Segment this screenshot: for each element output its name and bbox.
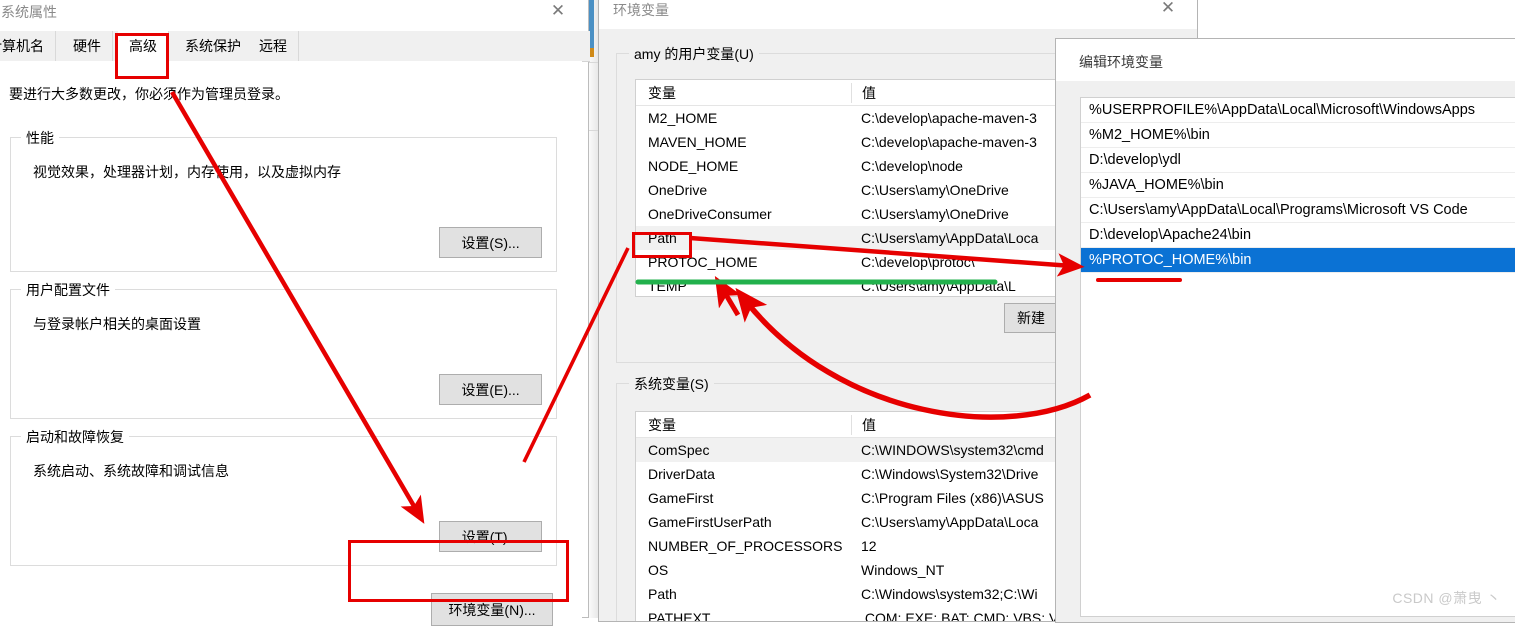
user-profiles-settings-button[interactable]: 设置(E)... [439, 374, 542, 405]
path-entry[interactable]: %M2_HOME%\bin [1081, 123, 1515, 148]
variable-name: Path [648, 230, 677, 246]
environment-variables-titlebar: 环境变量 ✕ [599, 0, 1197, 29]
system-variables-group-legend: 系统变量(S) [629, 374, 714, 394]
variable-name: ComSpec [648, 442, 710, 458]
system-properties-title: 系统属性 [1, 4, 57, 20]
path-entry[interactable]: %USERPROFILE%\AppData\Local\Microsoft\Wi… [1081, 98, 1515, 123]
system-properties-advanced-panel: 要进行大多数更改，你必须作为管理员登录。 性能 视觉效果，处理器计划，内存使用，… [0, 61, 582, 626]
variable-name: GameFirstUserPath [648, 514, 772, 530]
user-profiles-group: 用户配置文件 与登录帐户相关的桌面设置 设置(E)... [10, 280, 557, 419]
variable-name: MAVEN_HOME [648, 134, 747, 150]
system-properties-tabstrip: 计算机名 硬件 高级 系统保护 远程 [0, 31, 590, 62]
path-entry[interactable]: C:\Users\amy\AppData\Local\Programs\Micr… [1081, 198, 1515, 223]
variable-name: Path [648, 586, 677, 602]
startup-recovery-description: 系统启动、系统故障和调试信息 [33, 463, 229, 479]
edit-environment-variable-title: 编辑环境变量 [1079, 54, 1163, 70]
variable-name: GameFirst [648, 490, 714, 506]
path-entry-protoc-home-selected[interactable]: %PROTOC_HOME%\bin [1081, 248, 1515, 273]
column-header-variable: 变量 [648, 416, 676, 433]
user-profiles-description: 与登录帐户相关的桌面设置 [33, 316, 201, 332]
close-icon[interactable]: ✕ [535, 0, 581, 25]
environment-variables-button[interactable]: 环境变量(N)... [431, 593, 553, 626]
tab-remote[interactable]: 远程 [248, 31, 299, 61]
performance-group: 性能 视觉效果，处理器计划，内存使用，以及虚拟内存 设置(S)... [10, 128, 557, 272]
path-entry[interactable]: D:\develop\ydl [1081, 148, 1515, 173]
user-profiles-group-legend: 用户配置文件 [21, 280, 115, 300]
edit-environment-variable-dialog: 编辑环境变量 %USERPROFILE%\AppData\Local\Micro… [1055, 38, 1515, 623]
close-icon[interactable]: ✕ [1145, 0, 1191, 23]
user-variables-group-legend: amy 的用户变量(U) [629, 44, 759, 64]
system-properties-dialog: 系统属性 ✕ 计算机名 硬件 高级 系统保护 远程 要进行大多数更改，你必须作为… [0, 0, 590, 626]
system-properties-titlebar: 系统属性 ✕ [0, 0, 588, 31]
tab-advanced[interactable]: 高级 [118, 31, 169, 61]
path-entry[interactable]: %JAVA_HOME%\bin [1081, 173, 1515, 198]
variable-name: OneDrive [648, 182, 708, 198]
startup-recovery-group: 启动和故障恢复 系统启动、系统故障和调试信息 设置(T)... [10, 427, 557, 566]
performance-group-legend: 性能 [21, 128, 59, 148]
variable-name: OneDriveConsumer [648, 206, 772, 222]
performance-settings-button[interactable]: 设置(S)... [439, 227, 542, 258]
tab-computer-name[interactable]: 计算机名 [0, 31, 56, 61]
tab-hardware[interactable]: 硬件 [62, 31, 113, 61]
performance-description: 视觉效果，处理器计划，内存使用，以及虚拟内存 [33, 164, 341, 180]
column-header-variable: 变量 [648, 84, 676, 101]
tab-system-protection[interactable]: 系统保护 [174, 31, 253, 61]
startup-recovery-group-legend: 启动和故障恢复 [21, 427, 129, 447]
admin-notice-text: 要进行大多数更改，你必须作为管理员登录。 [9, 86, 289, 102]
variable-name: DriverData [648, 466, 715, 482]
watermark: CSDN @萧曳 丶 [1392, 590, 1501, 606]
variable-name: PROTOC_HOME [648, 254, 758, 270]
variable-name: NODE_HOME [648, 158, 739, 174]
edit-environment-variable-titlebar: 编辑环境变量 [1056, 39, 1515, 81]
variable-name: OS [648, 562, 669, 578]
environment-variables-title: 环境变量 [613, 2, 669, 18]
startup-recovery-settings-button[interactable]: 设置(T)... [439, 521, 542, 552]
variable-name: TEMP [648, 278, 687, 294]
path-entries-list[interactable]: %USERPROFILE%\AppData\Local\Microsoft\Wi… [1080, 97, 1515, 617]
variable-name: PATHEXT [648, 610, 711, 622]
path-entry[interactable]: D:\develop\Apache24\bin [1081, 223, 1515, 248]
variable-name: M2_HOME [648, 110, 718, 126]
variable-name: NUMBER_OF_PROCESSORS [648, 538, 843, 554]
